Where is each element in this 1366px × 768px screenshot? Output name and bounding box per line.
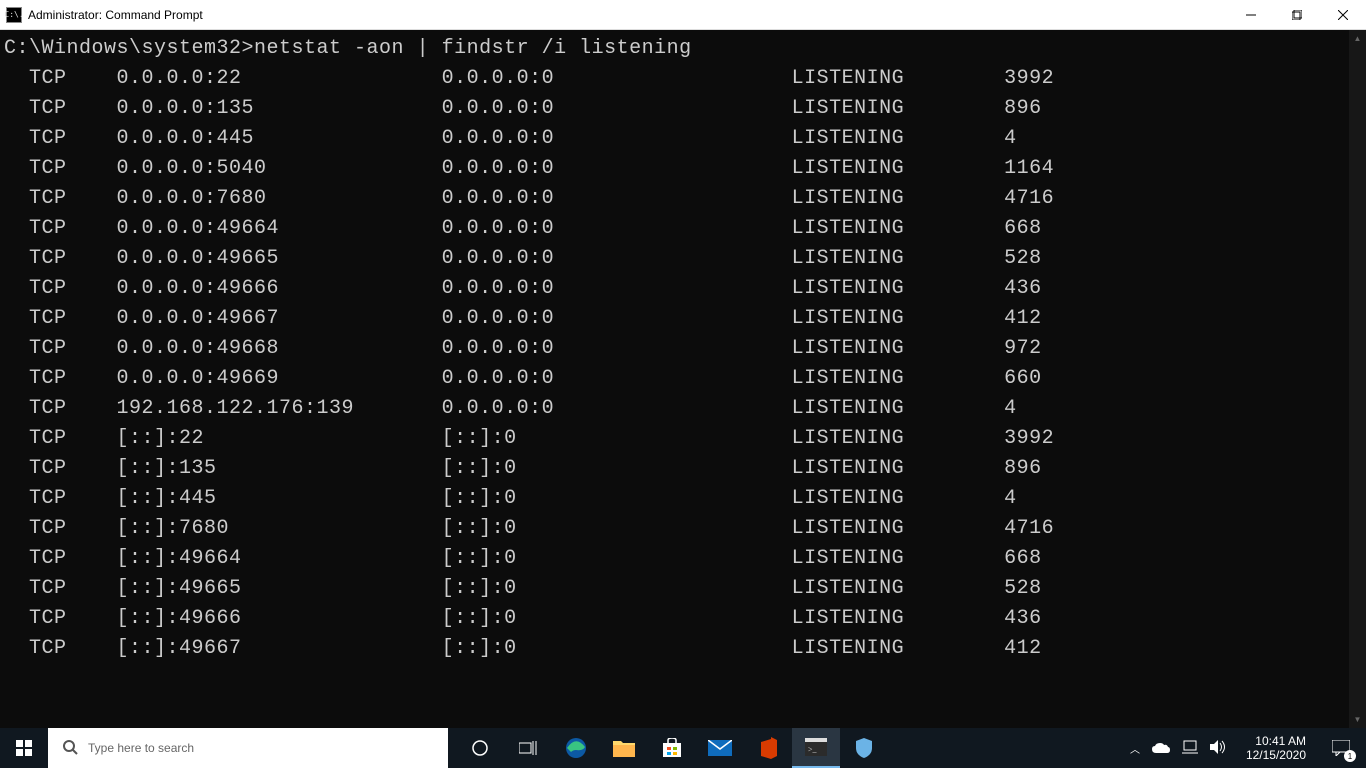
windows-icon: [16, 740, 32, 756]
cmd-icon: C:\.: [6, 7, 22, 23]
netstat-row: TCP 192.168.122.176:139 0.0.0.0:0 LISTEN…: [4, 394, 1349, 424]
misc-app[interactable]: [840, 728, 888, 768]
store-app[interactable]: [648, 728, 696, 768]
close-button[interactable]: [1320, 0, 1366, 29]
netstat-row: TCP [::]:49666 [::]:0 LISTENING 436: [4, 604, 1349, 634]
search-box[interactable]: Type here to search: [48, 728, 448, 768]
search-icon: [62, 739, 78, 758]
task-view-icon: [519, 741, 537, 755]
vertical-scrollbar[interactable]: ▲ ▼: [1349, 30, 1366, 728]
notification-badge: 1: [1344, 750, 1356, 762]
volume-icon[interactable]: [1210, 740, 1226, 757]
explorer-app[interactable]: [600, 728, 648, 768]
scroll-down-arrow[interactable]: ▼: [1349, 711, 1366, 728]
netstat-row: TCP 0.0.0.0:49666 0.0.0.0:0 LISTENING 43…: [4, 274, 1349, 304]
netstat-row: TCP 0.0.0.0:49669 0.0.0.0:0 LISTENING 66…: [4, 364, 1349, 394]
cortana-icon: [471, 739, 489, 757]
terminal-output[interactable]: C:\Windows\system32>netstat -aon | finds…: [0, 30, 1349, 728]
taskbar-apps: >_: [456, 728, 888, 768]
netstat-row: TCP 0.0.0.0:49664 0.0.0.0:0 LISTENING 66…: [4, 214, 1349, 244]
minimize-button[interactable]: [1228, 0, 1274, 29]
netstat-row: TCP 0.0.0.0:445 0.0.0.0:0 LISTENING 4: [4, 124, 1349, 154]
titlebar[interactable]: C:\. Administrator: Command Prompt: [0, 0, 1366, 30]
netstat-row: TCP [::]:49665 [::]:0 LISTENING 528: [4, 574, 1349, 604]
edge-app[interactable]: [552, 728, 600, 768]
taskbar: Type here to search: [0, 728, 1366, 768]
titlebar-left: C:\. Administrator: Command Prompt: [0, 7, 203, 23]
start-button[interactable]: [0, 728, 48, 768]
edge-icon: [565, 737, 587, 759]
clock[interactable]: 10:41 AM 12/15/2020: [1238, 734, 1314, 762]
netstat-row: TCP [::]:7680 [::]:0 LISTENING 4716: [4, 514, 1349, 544]
store-icon: [662, 738, 682, 758]
search-placeholder: Type here to search: [88, 741, 194, 755]
window-controls: [1228, 0, 1366, 29]
scroll-up-arrow[interactable]: ▲: [1349, 30, 1366, 47]
netstat-row: TCP 0.0.0.0:49668 0.0.0.0:0 LISTENING 97…: [4, 334, 1349, 364]
cmd-taskbar-app[interactable]: >_: [792, 728, 840, 768]
cortana-button[interactable]: [456, 728, 504, 768]
netstat-row: TCP [::]:22 [::]:0 LISTENING 3992: [4, 424, 1349, 454]
cmd-window: C:\. Administrator: Command Prompt C:\Wi…: [0, 0, 1366, 768]
mail-icon: [708, 740, 732, 756]
folder-icon: [613, 739, 635, 757]
netstat-row: TCP 0.0.0.0:49667 0.0.0.0:0 LISTENING 41…: [4, 304, 1349, 334]
office-icon: [759, 737, 777, 759]
netstat-row: TCP 0.0.0.0:49665 0.0.0.0:0 LISTENING 52…: [4, 244, 1349, 274]
netstat-row: TCP 0.0.0.0:7680 0.0.0.0:0 LISTENING 471…: [4, 184, 1349, 214]
netstat-row: TCP [::]:49664 [::]:0 LISTENING 668: [4, 544, 1349, 574]
network-icon[interactable]: [1182, 740, 1198, 757]
onedrive-icon[interactable]: [1152, 741, 1170, 756]
maximize-button[interactable]: [1274, 0, 1320, 29]
netstat-row: TCP [::]:49667 [::]:0 LISTENING 412: [4, 634, 1349, 664]
system-tray: ︿ 10:41 AM 12/15/2020 1: [1122, 728, 1366, 768]
tray-overflow-icon[interactable]: ︿: [1130, 741, 1140, 756]
mail-app[interactable]: [696, 728, 744, 768]
netstat-row: TCP 0.0.0.0:5040 0.0.0.0:0 LISTENING 116…: [4, 154, 1349, 184]
window-title: Administrator: Command Prompt: [28, 8, 203, 22]
clock-time: 10:41 AM: [1255, 734, 1306, 748]
shield-icon: [854, 738, 874, 758]
netstat-row: TCP 0.0.0.0:22 0.0.0.0:0 LISTENING 3992: [4, 64, 1349, 94]
svg-text:>_: >_: [808, 745, 818, 754]
task-view-button[interactable]: [504, 728, 552, 768]
clock-date: 12/15/2020: [1246, 748, 1306, 762]
netstat-row: TCP [::]:135 [::]:0 LISTENING 896: [4, 454, 1349, 484]
cmd-taskbar-icon: >_: [805, 738, 827, 756]
prompt-line: C:\Windows\system32>netstat -aon | finds…: [4, 34, 1349, 64]
terminal-area[interactable]: C:\Windows\system32>netstat -aon | finds…: [0, 30, 1366, 728]
tray-icons: ︿: [1122, 740, 1234, 757]
netstat-row: TCP 0.0.0.0:135 0.0.0.0:0 LISTENING 896: [4, 94, 1349, 124]
office-app[interactable]: [744, 728, 792, 768]
action-center-button[interactable]: 1: [1318, 728, 1364, 768]
netstat-row: TCP [::]:445 [::]:0 LISTENING 4: [4, 484, 1349, 514]
